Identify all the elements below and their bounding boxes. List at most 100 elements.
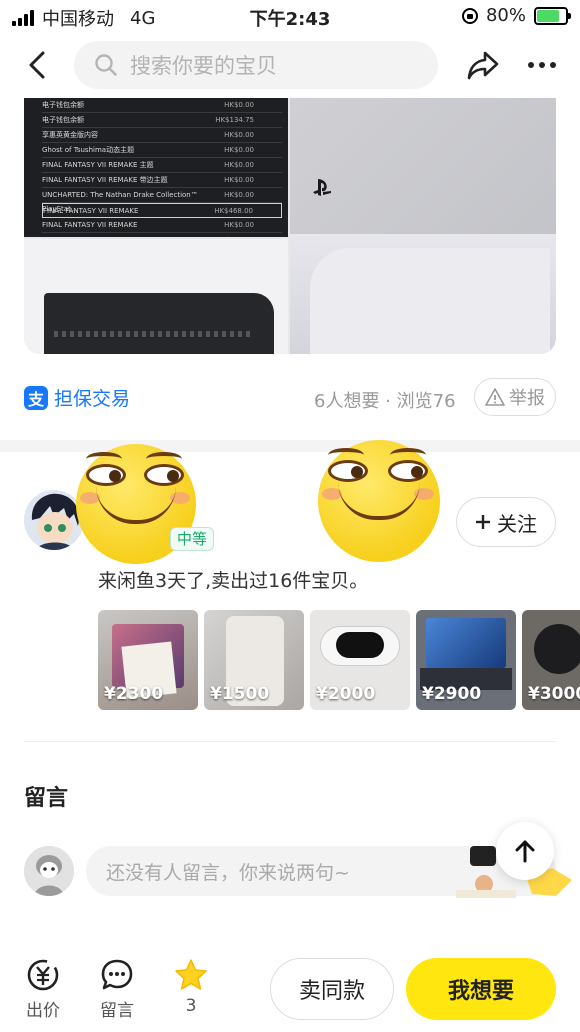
rotation-lock-icon <box>461 7 478 24</box>
section-divider <box>0 440 580 452</box>
purchase-price: HK$0.00 <box>224 101 254 109</box>
purchase-row: HK$468.00 <box>42 233 282 237</box>
purchase-row: Ghost of Tsushima动态主题 HK$0.00 <box>42 143 282 158</box>
photo-console-cover[interactable] <box>290 236 556 354</box>
chat-bubble-icon <box>101 959 133 990</box>
battery-icon <box>534 6 571 25</box>
purchase-name: 电子钱包余额 <box>42 101 84 109</box>
purchase-name: FINAL FANTASY VII REMAKE <box>43 207 139 215</box>
share-icon <box>467 51 499 80</box>
item-price: ¥3000 <box>528 684 580 704</box>
divider-line <box>24 741 556 742</box>
purchase-row: FINAL FANTASY VII REMAKE 主题 HK$0.00 <box>42 158 282 173</box>
item-meta: 支 担保交易 6人想要 · 浏览76 举报 <box>24 378 556 418</box>
purchase-name: 电子钱包余额 <box>42 116 84 124</box>
purchase-price: HK$134.75 <box>215 116 254 124</box>
follow-button[interactable]: 关注 <box>456 497 556 547</box>
purchase-row: 享惠英黄金版内容 HK$0.00 <box>42 128 282 143</box>
item-price: ¥2000 <box>316 684 376 704</box>
purchase-price: HK$0.00 <box>224 146 254 154</box>
purchase-name: FINAL FANTASY VII REMAKE <box>42 221 138 229</box>
purchase-name: Ghost of Tsushima动态主题 <box>42 146 135 154</box>
purchase-name: FINAL FANTASY VII REMAKE 带边主题 <box>42 176 168 184</box>
seller-item-camera[interactable]: ¥3000 <box>522 610 580 710</box>
comments-title: 留言 <box>24 786 69 811</box>
purchase-row: FINAL FANTASY VII REMAKE HK$0.00 <box>42 218 282 233</box>
seller-avatar[interactable] <box>24 490 84 550</box>
purchase-price: HK$0.00 <box>224 191 254 199</box>
console-vents <box>54 331 254 337</box>
credit-badge: 中等 <box>170 527 215 551</box>
seller-item-ipad[interactable]: ¥2300 <box>98 610 198 710</box>
playstation-logo <box>313 179 331 196</box>
plus-icon <box>476 515 490 529</box>
warning-icon <box>485 388 505 406</box>
purchase-row: UNCHARTED: The Nathan Drake Collection™ … <box>42 188 282 213</box>
console-body <box>44 293 274 354</box>
cover-panel <box>310 248 550 354</box>
purchase-row: 电子钱包余额 HK$134.75 <box>42 113 282 128</box>
comment-placeholder: 还没有人留言，你来说两句~ <box>106 861 350 884</box>
message-button[interactable]: 留言 <box>94 958 140 1021</box>
item-stats: 6人想要 · 浏览76 <box>314 391 456 412</box>
report-button[interactable]: 举报 <box>474 378 556 416</box>
purchase-list: 电子钱包余额 HK$0.00 电子钱包余额 HK$134.75 享惠英黄金版内容 HK$0… <box>42 98 282 237</box>
item-photo <box>534 624 580 674</box>
back-button[interactable] <box>22 49 54 81</box>
seller-item-controller[interactable]: ¥2000 <box>310 610 410 710</box>
purchase-name: UNCHARTED: The Nathan Drake Collection™ … <box>42 191 198 213</box>
purchase-price: HK$0.00 <box>224 161 254 169</box>
favorite-count: 3 <box>185 996 197 1016</box>
emoji-sticker-right <box>318 440 440 562</box>
back-icon <box>29 51 45 79</box>
item-price: ¥1500 <box>210 684 270 704</box>
guarantee-badge[interactable]: 支 担保交易 <box>24 384 130 411</box>
user-avatar <box>24 846 74 896</box>
report-label: 举报 <box>509 388 545 409</box>
seller-item-laptop[interactable]: ¥2900 <box>416 610 516 710</box>
offer-button[interactable]: 出价 <box>20 958 66 1021</box>
item-photo <box>426 618 506 668</box>
search-placeholder: 搜索你要的宝贝 <box>130 54 277 78</box>
more-button[interactable] <box>522 49 562 81</box>
seller-description: 来闲鱼3天了,卖出过16件宝贝。 <box>98 570 369 592</box>
photo-purchase-list[interactable]: 电子钱包余额 HK$0.00 电子钱包余额 HK$134.75 享惠英黄金版内容 HK$0… <box>24 98 288 237</box>
purchase-name: 享惠英黄金版内容 <box>42 131 98 139</box>
search-icon <box>95 54 117 76</box>
purchase-name: FINAL FANTASY VII REMAKE 主题 <box>42 161 154 169</box>
purchase-row: FINAL FANTASY VII REMAKE HK$468.00 <box>42 203 282 218</box>
bottom-bar: 出价 留言 3 卖同款 我想要 <box>0 940 580 1032</box>
follow-label: 关注 <box>497 511 537 536</box>
item-price: ¥2300 <box>104 684 164 704</box>
share-button[interactable] <box>466 49 500 81</box>
favorite-button[interactable]: 3 <box>168 958 214 1016</box>
guarantee-label: 担保交易 <box>54 388 131 410</box>
purchase-price: HK$0.00 <box>224 176 254 184</box>
arrow-up-icon <box>515 840 535 863</box>
purchase-price: HK$468.00 <box>215 233 254 237</box>
photo-console-side[interactable] <box>24 239 288 354</box>
offer-label: 出价 <box>26 1001 60 1021</box>
purchase-price: HK$468.00 <box>214 207 253 215</box>
seller-items: ¥2300 ¥1500 ¥2000 ¥2900 ¥3000 <box>98 610 580 712</box>
yuan-offer-icon <box>27 959 59 991</box>
item-photo-center <box>336 632 384 658</box>
purchase-row: FINAL FANTASY VII REMAKE 带边主题 HK$0.00 <box>42 173 282 188</box>
want-button[interactable]: 我想要 <box>406 958 556 1020</box>
more-icon <box>528 62 534 68</box>
scroll-top-button[interactable] <box>496 822 554 880</box>
purchase-price: HK$0.00 <box>224 131 254 139</box>
status-bar: 中国移动 4G 下午2:43 80% <box>0 0 580 34</box>
alipay-icon: 支 <box>24 385 48 410</box>
default-avatar-icon <box>24 846 74 896</box>
status-right: 80% <box>461 5 571 26</box>
purchase-price: HK$0.00 <box>224 221 254 229</box>
seller-item-tablet[interactable]: ¥1500 <box>204 610 304 710</box>
photo-console-top[interactable] <box>290 98 556 234</box>
sell-same-button[interactable]: 卖同款 <box>270 958 394 1020</box>
search-input[interactable]: 搜索你要的宝贝 <box>74 41 438 89</box>
battery-percent: 80% <box>485 5 526 26</box>
item-price: ¥2900 <box>422 684 482 704</box>
avatar-illustration <box>24 490 84 550</box>
top-nav: 搜索你要的宝贝 <box>0 34 580 96</box>
